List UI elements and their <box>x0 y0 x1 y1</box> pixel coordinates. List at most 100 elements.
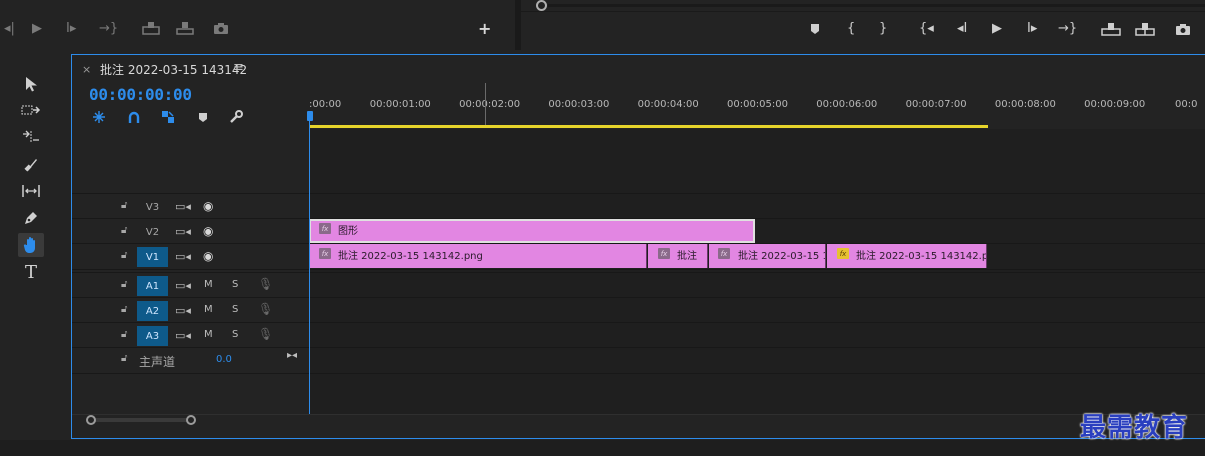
sync-lock-icon[interactable]: ▭◂ <box>175 225 191 238</box>
track-name-a3[interactable]: A3 <box>137 326 168 346</box>
ruler-tick-label: 00:00:04:00 <box>637 99 699 110</box>
snap-icon[interactable] <box>126 110 142 124</box>
insert-icon[interactable]: →} <box>99 22 118 36</box>
lock-icon[interactable]: 🔓︎ <box>121 304 127 315</box>
master-label: 主声道 <box>139 355 176 369</box>
track-name-v3[interactable]: V3 <box>137 197 168 217</box>
razor-tool-icon[interactable] <box>18 152 44 176</box>
track-name-a2[interactable]: A2 <box>137 301 168 321</box>
program-scroll-track[interactable] <box>548 4 1205 7</box>
clip-label: 图形 <box>338 226 358 237</box>
solo-button[interactable]: S <box>232 279 238 290</box>
track-header-v3: 🔓︎ V3 ▭◂ ◉ <box>72 195 308 219</box>
track-header-a1: 🔓︎ A1 ▭◂ M S 🎙︎ <box>72 274 308 298</box>
sync-lock-icon[interactable]: ▭◂ <box>175 304 191 317</box>
timeline-tab[interactable]: × 批注 2022-03-15 143142 ≡ <box>72 55 1205 83</box>
sync-lock-icon[interactable]: ▭◂ <box>175 329 191 342</box>
mute-button[interactable]: M <box>204 279 213 290</box>
play-icon[interactable]: ▶ <box>992 22 1002 36</box>
watermark: 最需教育 <box>1080 413 1189 443</box>
play-icon[interactable]: ▶ <box>32 22 42 36</box>
scroll-left-handle[interactable] <box>86 415 96 425</box>
program-scroll-knob[interactable] <box>536 0 547 11</box>
microphone-icon[interactable]: 🎙︎ <box>258 327 273 341</box>
playhead-timecode[interactable]: 00:00:00:00 <box>89 85 192 104</box>
ripple-edit-tool-icon[interactable] <box>18 125 44 149</box>
linked-selection-icon[interactable] <box>160 110 176 124</box>
step-forward-icon[interactable]: I▸ <box>66 22 76 36</box>
eye-icon[interactable]: ◉ <box>203 199 213 213</box>
playhead-handle[interactable] <box>307 111 313 121</box>
panel-menu-icon[interactable]: ≡ <box>233 60 244 75</box>
track-name-v2[interactable]: V2 <box>137 222 168 242</box>
overwrite-icon[interactable] <box>176 21 194 35</box>
work-area-bar[interactable] <box>309 125 988 128</box>
track-name-v1[interactable]: V1 <box>137 247 168 267</box>
solo-button[interactable]: S <box>232 329 238 340</box>
video-clip[interactable]: fx 批注 2022-03-15 14 <box>709 244 826 268</box>
step-back-icon[interactable]: ◂I <box>957 22 967 36</box>
add-marker-icon[interactable] <box>195 110 211 124</box>
hand-tool-icon[interactable] <box>18 233 44 257</box>
insert-overwrite-icon[interactable] <box>142 21 160 35</box>
graphic-clip[interactable]: fx 图形 <box>309 219 755 243</box>
lift-icon[interactable] <box>1101 22 1121 36</box>
slip-tool-icon[interactable] <box>18 179 44 203</box>
lock-icon[interactable]: 🔓︎ <box>121 250 127 261</box>
ruler-tick-label: 00:00:02:00 <box>459 99 521 110</box>
track-header-a2: 🔓︎ A2 ▭◂ M S 🎙︎ <box>72 299 308 323</box>
video-clip[interactable]: fx 批注 <box>648 244 708 268</box>
lock-icon[interactable]: 🔓︎ <box>121 279 127 290</box>
add-icon[interactable]: + <box>478 21 491 37</box>
selection-tool-icon[interactable] <box>18 72 44 96</box>
lock-icon[interactable]: 🔓︎ <box>121 329 127 340</box>
ruler-tick-label: 00:00:07:00 <box>905 99 967 110</box>
mute-button[interactable]: M <box>204 304 213 315</box>
scroll-track[interactable] <box>91 418 191 422</box>
go-to-in-icon[interactable]: {◂ <box>919 22 934 36</box>
track-name-a1[interactable]: A1 <box>137 276 168 296</box>
program-monitor-toolbar: { } {◂ ◂I ▶ I▸ →} <box>521 12 1205 50</box>
wrench-icon[interactable] <box>228 110 244 124</box>
horizontal-zoom-scrollbar[interactable] <box>86 415 196 425</box>
marker-icon[interactable] <box>809 23 821 35</box>
go-to-out-icon[interactable]: →} <box>1058 22 1077 36</box>
mark-clip-icon[interactable]: ◂| <box>4 22 15 36</box>
track-header-v2: 🔓︎ V2 ▭◂ ◉ <box>72 220 308 244</box>
mark-out-icon[interactable]: } <box>879 22 887 36</box>
sync-lock-icon[interactable]: ▭◂ <box>175 279 191 292</box>
step-forward-icon[interactable]: I▸ <box>1027 22 1037 36</box>
master-track-header: 🔓︎ 主声道 0.0 ▸◂ <box>72 345 308 373</box>
lock-icon[interactable]: 🔓︎ <box>121 200 127 211</box>
fx-badge: fx <box>319 223 331 234</box>
ruler-indicator-line <box>485 83 486 127</box>
master-volume-value[interactable]: 0.0 <box>216 354 232 365</box>
fx-badge: fx <box>718 248 730 259</box>
video-clip[interactable]: fx 批注 2022-03-15 143142.png <box>309 244 647 268</box>
close-icon[interactable]: × <box>82 63 91 76</box>
type-tool-icon[interactable]: T <box>18 260 44 284</box>
mute-button[interactable]: M <box>204 329 213 340</box>
extract-icon[interactable] <box>1135 22 1155 36</box>
video-clip[interactable]: fx 批注 2022-03-15 143142.png <box>827 244 987 268</box>
eye-icon[interactable]: ◉ <box>203 224 213 238</box>
eye-icon[interactable]: ◉ <box>203 249 213 263</box>
solo-button[interactable]: S <box>232 304 238 315</box>
mark-in-icon[interactable]: { <box>847 22 855 36</box>
go-to-end-icon[interactable]: ▸◂ <box>287 350 297 361</box>
scroll-right-handle[interactable] <box>186 415 196 425</box>
insert-nest-icon[interactable] <box>91 110 107 124</box>
sync-lock-icon[interactable]: ▭◂ <box>175 200 191 213</box>
lock-icon[interactable]: 🔓︎ <box>121 353 127 364</box>
microphone-icon[interactable]: 🎙︎ <box>258 277 273 291</box>
microphone-icon[interactable]: 🎙︎ <box>258 302 273 316</box>
fx-badge: fx <box>837 248 849 259</box>
camera-icon[interactable] <box>213 22 229 35</box>
time-ruler[interactable]: :00:00 00:00:01:00 00:00:02:00 00:00:03:00 0… <box>309 93 1205 129</box>
pen-tool-icon[interactable] <box>18 206 44 230</box>
track-select-tool-icon[interactable] <box>18 98 44 122</box>
camera-icon[interactable] <box>1175 23 1191 36</box>
sync-lock-icon[interactable]: ▭◂ <box>175 250 191 263</box>
lock-icon[interactable]: 🔓︎ <box>121 225 127 236</box>
track-separator <box>72 269 1205 270</box>
